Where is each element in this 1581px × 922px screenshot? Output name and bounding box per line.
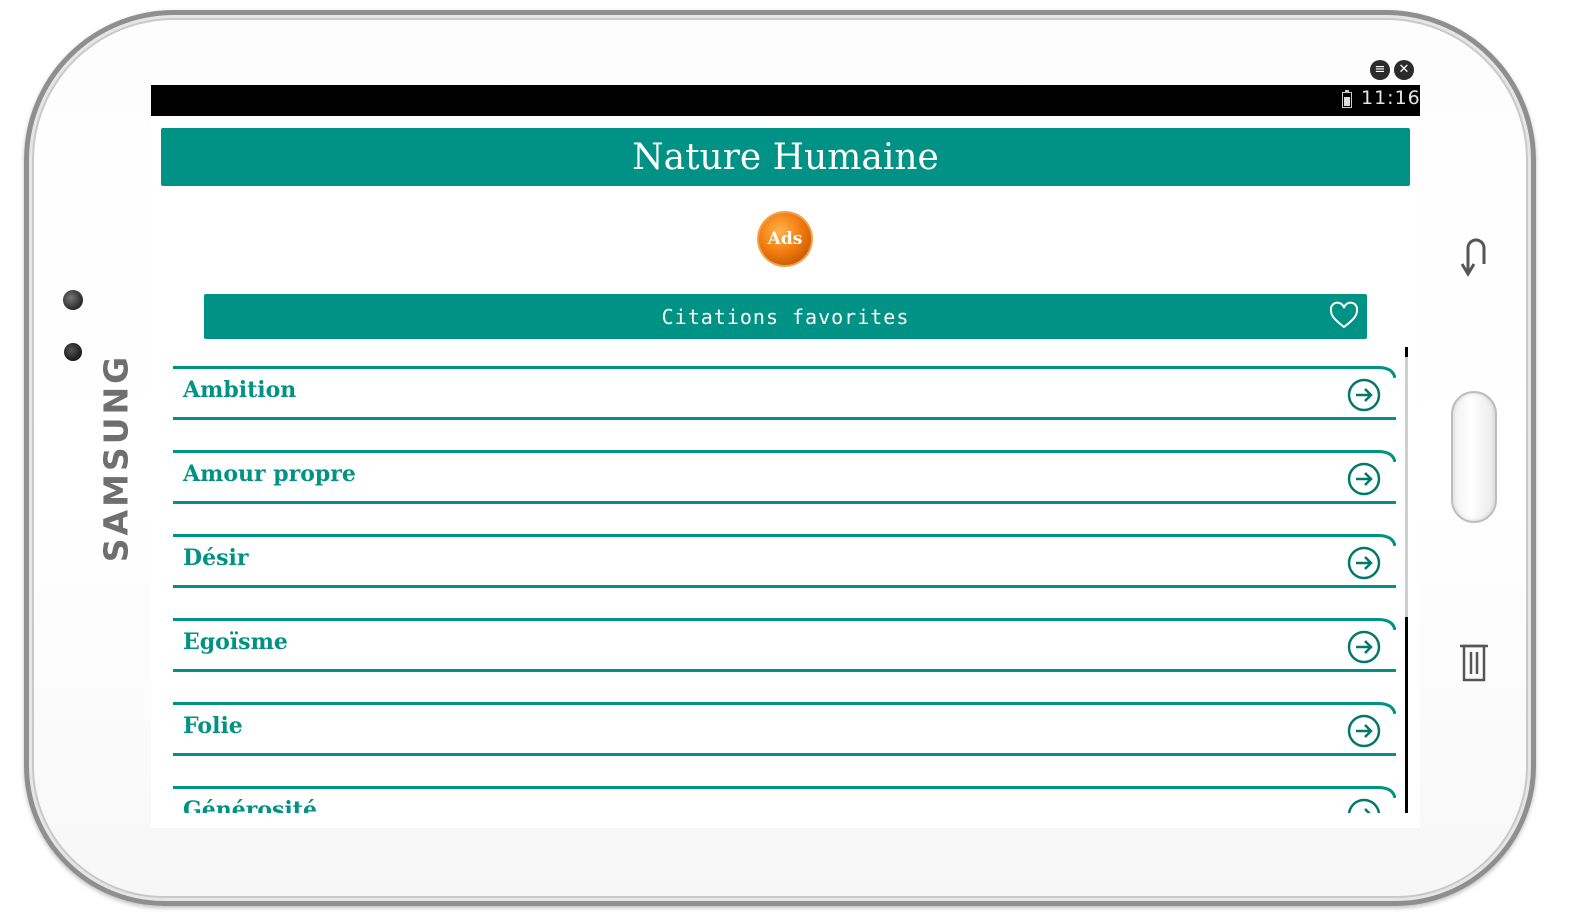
category-list[interactable]: Ambition Amour propre Désir Egoïsme Foli… <box>173 366 1396 813</box>
page-title-bar: Nature Humaine <box>161 128 1410 186</box>
page-title: Nature Humaine <box>632 136 939 178</box>
list-item-label: Egoïsme <box>183 629 288 655</box>
arrow-circle-right-icon[interactable] <box>1347 378 1381 412</box>
light-sensor-icon <box>64 343 82 361</box>
list-item[interactable]: Générosité <box>173 786 1396 813</box>
arrow-circle-right-icon[interactable] <box>1347 714 1381 748</box>
item-border <box>173 450 1396 504</box>
status-bar: 11:16 <box>151 85 1420 116</box>
item-border <box>173 366 1396 420</box>
favorites-button[interactable]: Citations favorites <box>204 294 1367 339</box>
arrow-circle-right-icon[interactable] <box>1347 798 1381 813</box>
home-button[interactable] <box>1451 391 1497 523</box>
menu-key-icon[interactable] <box>1458 640 1492 686</box>
battery-icon <box>1342 90 1352 108</box>
list-item-label: Amour propre <box>183 461 356 487</box>
list-item-label: Ambition <box>183 377 297 403</box>
item-border <box>173 702 1396 756</box>
device-brand-logo: SAMSUNG <box>96 353 136 563</box>
list-item[interactable]: Ambition <box>173 366 1396 420</box>
list-item[interactable]: Désir <box>173 534 1396 588</box>
arrow-circle-right-icon[interactable] <box>1347 546 1381 580</box>
list-item-label: Désir <box>183 545 249 571</box>
app-screen: 11:16 Nature Humaine Ads Citations favor… <box>151 85 1420 828</box>
list-item[interactable]: Folie <box>173 702 1396 756</box>
ads-badge[interactable]: Ads <box>756 210 814 268</box>
window-menu-icon[interactable]: ≡ <box>1370 60 1390 80</box>
item-border <box>173 618 1396 672</box>
scrollbar-thumb[interactable] <box>1405 617 1408 813</box>
front-camera-icon <box>63 290 83 310</box>
item-border <box>173 786 1396 799</box>
arrow-circle-right-icon[interactable] <box>1347 630 1381 664</box>
item-border <box>173 534 1396 588</box>
back-key-icon[interactable] <box>1458 232 1494 278</box>
arrow-circle-right-icon[interactable] <box>1347 462 1381 496</box>
list-item-label: Folie <box>183 713 243 739</box>
list-item-label: Générosité <box>183 797 317 813</box>
window-close-icon[interactable]: ✕ <box>1394 60 1414 80</box>
ads-label: Ads <box>767 229 803 249</box>
scrollbar-top-marker <box>1405 347 1408 357</box>
heart-icon <box>1329 301 1359 329</box>
list-item[interactable]: Amour propre <box>173 450 1396 504</box>
status-time: 11:16 <box>1361 87 1420 109</box>
list-item[interactable]: Egoïsme <box>173 618 1396 672</box>
favorites-label: Citations favorites <box>661 304 910 329</box>
